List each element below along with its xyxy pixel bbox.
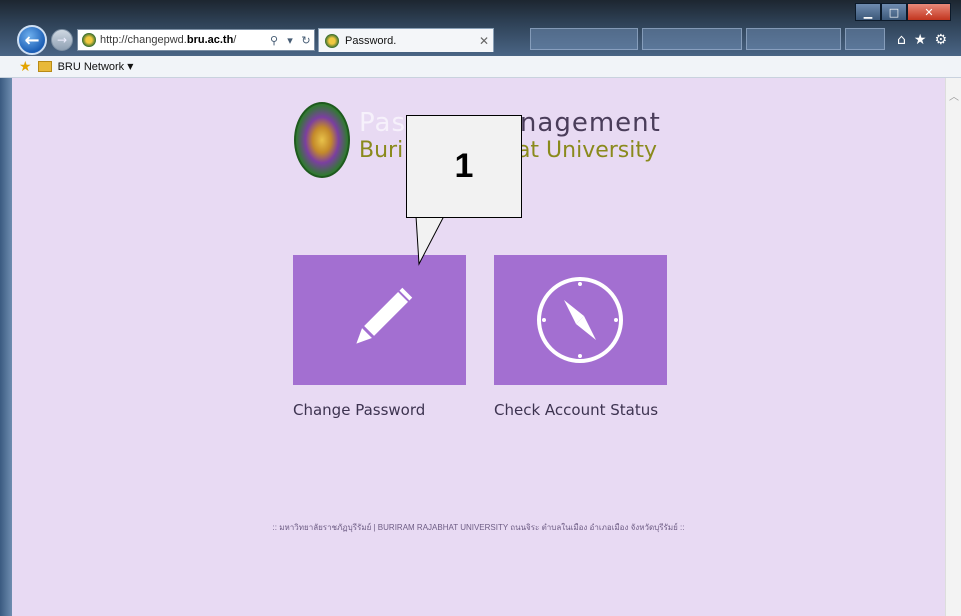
callout-number: 1 [406,115,522,218]
url-text[interactable]: http://changepwd.bru.ac.th/ [100,34,266,46]
search-icon[interactable]: ⚲ [266,34,282,47]
check-account-status-label[interactable]: Check Account Status [494,401,658,419]
site-favicon-icon [82,33,96,47]
home-icon[interactable]: ⌂ [897,32,906,48]
pencil-icon [356,287,413,344]
dropdown-icon[interactable]: ▾ [282,34,298,47]
chevron-down-icon[interactable]: ▼ [127,62,133,71]
logo-title-line2-right: hat University [503,138,658,163]
minimize-button[interactable]: ▁ [855,3,881,21]
close-window-button[interactable]: ✕ [907,3,951,21]
folder-icon [37,61,52,72]
university-seal-logo [294,102,350,178]
gear-icon[interactable]: ⚙ [934,32,947,48]
compass-icon [537,277,623,363]
check-account-status-tile[interactable] [494,255,667,385]
tab-title: Password. [345,34,397,47]
change-password-label[interactable]: Change Password [293,401,425,419]
logo-title-line1-right: anagement [503,108,661,138]
favorites-add-icon[interactable]: ★ [19,59,32,75]
page-footer: :: มหาวิทยาลัยราชภัฏบุรีรัมย์ | BURIRAM … [272,523,685,532]
window-controls: ▁ □ ✕ [855,3,951,21]
back-button[interactable]: ← [17,25,47,55]
toolbar-icons: ⌂ ★ ⚙ [897,32,947,48]
background-tab[interactable] [530,28,638,50]
scroll-up-icon[interactable]: ︿ [948,88,960,103]
window-frame-edge [0,78,12,616]
favorites-bar: ★ BRU Network ▼ [0,56,961,78]
background-tab[interactable] [845,28,885,50]
callout-pointer [415,216,445,266]
url-suffix: / [233,34,237,46]
change-password-tile[interactable] [293,255,466,385]
vertical-scrollbar[interactable]: ︿ [945,78,961,616]
forward-button[interactable]: → [51,29,73,51]
logo-title-line2-left: Buri [359,138,404,163]
address-bar[interactable]: http://changepwd.bru.ac.th/ ⚲ ▾ ↻ [77,29,315,51]
background-tab[interactable] [746,28,841,50]
maximize-button[interactable]: □ [881,3,907,21]
page-content: Pas anagement Buri hat University Change… [12,78,945,616]
tab-close-icon[interactable]: ✕ [475,34,493,48]
logo-title-line2: Buri hat University [359,138,657,163]
logo-title-line1: Pas anagement [359,108,660,138]
url-prefix: http://changepwd. [100,34,187,46]
favorites-star-icon[interactable]: ★ [914,32,927,48]
background-tab[interactable] [642,28,742,50]
logo-title-line1-left: Pas [359,108,406,138]
tab-favicon-icon [325,33,339,48]
url-host: bru.ac.th [186,34,234,46]
browser-titlebar: ▁ □ ✕ ← → http://changepwd.bru.ac.th/ ⚲ … [0,0,961,56]
refresh-icon[interactable]: ↻ [298,34,314,47]
tab-password[interactable]: Password. ✕ [318,28,494,52]
favorites-folder-link[interactable]: BRU Network [58,61,125,73]
